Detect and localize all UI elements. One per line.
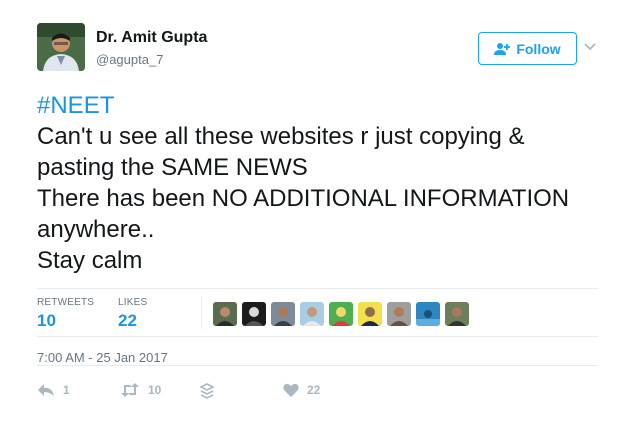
moments-button[interactable]	[200, 383, 214, 399]
reply-button[interactable]: 1	[37, 383, 70, 397]
tweet-line: Can't u see all these websites r just co…	[37, 123, 525, 150]
like-count: 22	[307, 383, 321, 397]
follow-button[interactable]: Follow	[478, 32, 577, 65]
chevron-down-icon[interactable]	[583, 40, 597, 54]
liker-avatar[interactable]	[213, 302, 237, 326]
retweets-label: RETWEETS	[37, 297, 95, 308]
likes-count: 22	[118, 311, 137, 330]
divider	[37, 336, 598, 337]
liker-avatar[interactable]	[242, 302, 266, 326]
liker-avatar[interactable]	[329, 302, 353, 326]
follow-button-label: Follow	[516, 40, 561, 57]
hashtag-link[interactable]: #NEET	[37, 90, 612, 121]
divider	[37, 365, 598, 366]
author-name[interactable]: Dr. Amit Gupta	[96, 29, 207, 47]
reply-icon	[38, 384, 54, 396]
liker-avatars	[213, 302, 469, 326]
reply-count: 1	[63, 383, 70, 397]
tweet-text: #NEET Can't u see all these websites r j…	[37, 90, 612, 276]
retweet-count: 10	[148, 383, 162, 397]
author-handle[interactable]: @agupta_7	[96, 52, 163, 67]
stack-icon	[200, 383, 214, 399]
tweet-line: anywhere..	[37, 216, 155, 243]
author-avatar[interactable]	[37, 23, 85, 71]
tweet-line: Stay calm	[37, 247, 143, 274]
liker-avatar[interactable]	[271, 302, 295, 326]
heart-icon	[283, 383, 299, 397]
liker-avatar[interactable]	[416, 302, 440, 326]
liker-avatar[interactable]	[300, 302, 324, 326]
add-user-icon	[494, 42, 511, 55]
retweets-count: 10	[37, 311, 56, 330]
likes-stat[interactable]: LIKES 22	[118, 297, 147, 331]
liker-avatar[interactable]	[358, 302, 382, 326]
retweet-icon	[121, 383, 139, 397]
retweet-button[interactable]: 10	[120, 383, 161, 397]
divider	[37, 288, 598, 289]
stats-separator	[201, 297, 202, 329]
like-button[interactable]: 22	[283, 383, 320, 397]
liker-avatar[interactable]	[387, 302, 411, 326]
tweet-line: There has been NO ADDITIONAL INFORMATION	[37, 185, 570, 212]
tweet-line: pasting the SAME NEWS	[37, 154, 308, 181]
liker-avatar[interactable]	[445, 302, 469, 326]
tweet-timestamp[interactable]: 7:00 AM - 25 Jan 2017	[37, 350, 168, 365]
likes-label: LIKES	[118, 297, 148, 308]
retweets-stat[interactable]: RETWEETS 10	[37, 297, 94, 331]
